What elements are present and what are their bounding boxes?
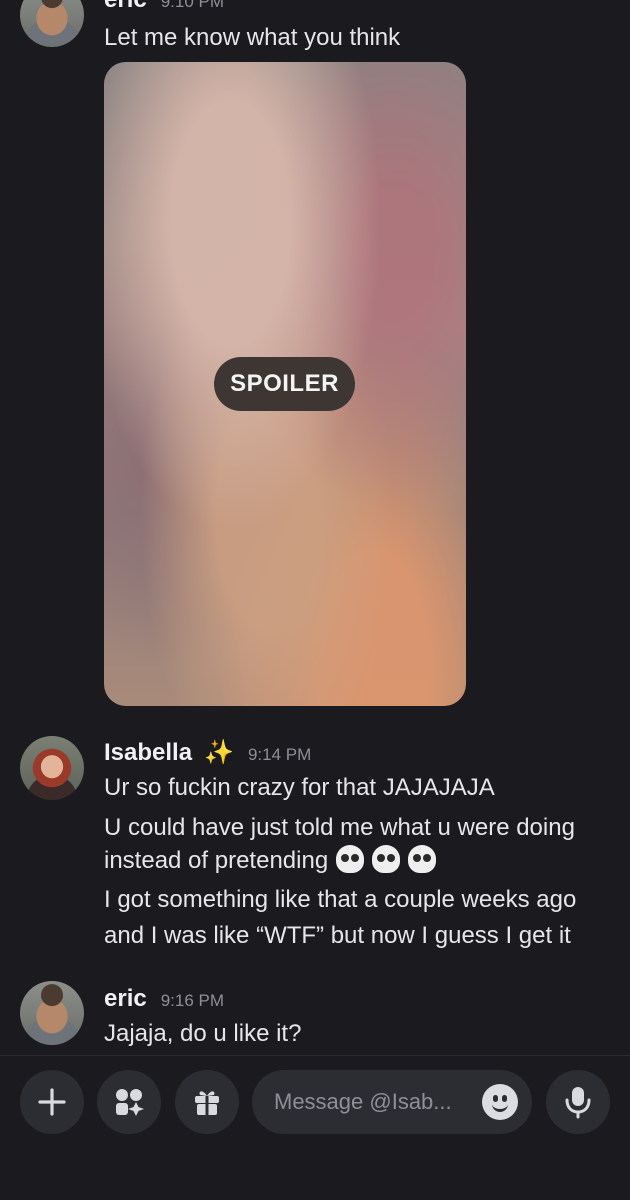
dm-chat-screen: eric 9:10 PM Let me know what you think …	[0, 0, 630, 1200]
gift-button[interactable]	[175, 1070, 239, 1134]
message-text: U could have just told me what u were do…	[104, 814, 575, 841]
voice-message-button[interactable]	[546, 1070, 610, 1134]
message-text: instead of pretending	[104, 844, 437, 877]
add-attachment-button[interactable]	[20, 1070, 84, 1134]
composer-divider	[0, 1055, 630, 1056]
message-composer[interactable]	[252, 1070, 532, 1134]
message-header: Isabella ✨ 9:14 PM	[104, 738, 311, 767]
message-text-fragment: instead of pretending	[104, 847, 329, 874]
message-text: Ur so fuckin crazy for that JAJAJAJA	[104, 774, 495, 801]
avatar[interactable]	[20, 981, 84, 1045]
author-name[interactable]: eric	[104, 0, 147, 14]
timestamp: 9:16 PM	[160, 991, 225, 1010]
message-text: and I was like “WTF” but now I guess I g…	[104, 922, 571, 949]
emoji-mouth	[492, 1104, 508, 1112]
skull-emoji-icon	[336, 845, 365, 873]
gift-icon	[195, 1091, 219, 1115]
apps-icon	[116, 1089, 144, 1116]
microphone-icon	[565, 1087, 591, 1119]
author-name[interactable]: Isabella	[104, 739, 192, 767]
skull-emoji-icon	[408, 845, 437, 873]
author-name[interactable]: eric	[104, 985, 147, 1013]
plus-icon	[38, 1088, 66, 1116]
message-text: I got something like that a couple weeks…	[104, 886, 577, 913]
message-header: eric 9:10 PM	[104, 0, 224, 14]
timestamp: 9:10 PM	[160, 0, 225, 11]
avatar[interactable]	[20, 0, 84, 47]
skull-emoji-icon	[372, 845, 401, 873]
emoji-icon[interactable]	[482, 1084, 518, 1120]
spoiler-label[interactable]: SPOILER	[214, 357, 355, 411]
message-input[interactable]	[274, 1089, 474, 1115]
timestamp: 9:14 PM	[247, 745, 312, 764]
sparkles-icon: ✨	[204, 739, 234, 766]
spoiler-image-attachment[interactable]: SPOILER	[104, 62, 466, 706]
message-header: eric 9:16 PM	[104, 985, 224, 1013]
apps-button[interactable]	[97, 1070, 161, 1134]
avatar[interactable]	[20, 736, 84, 800]
message-text: Jajaja, do u like it?	[104, 1020, 302, 1047]
message-text: Let me know what you think	[104, 24, 401, 51]
